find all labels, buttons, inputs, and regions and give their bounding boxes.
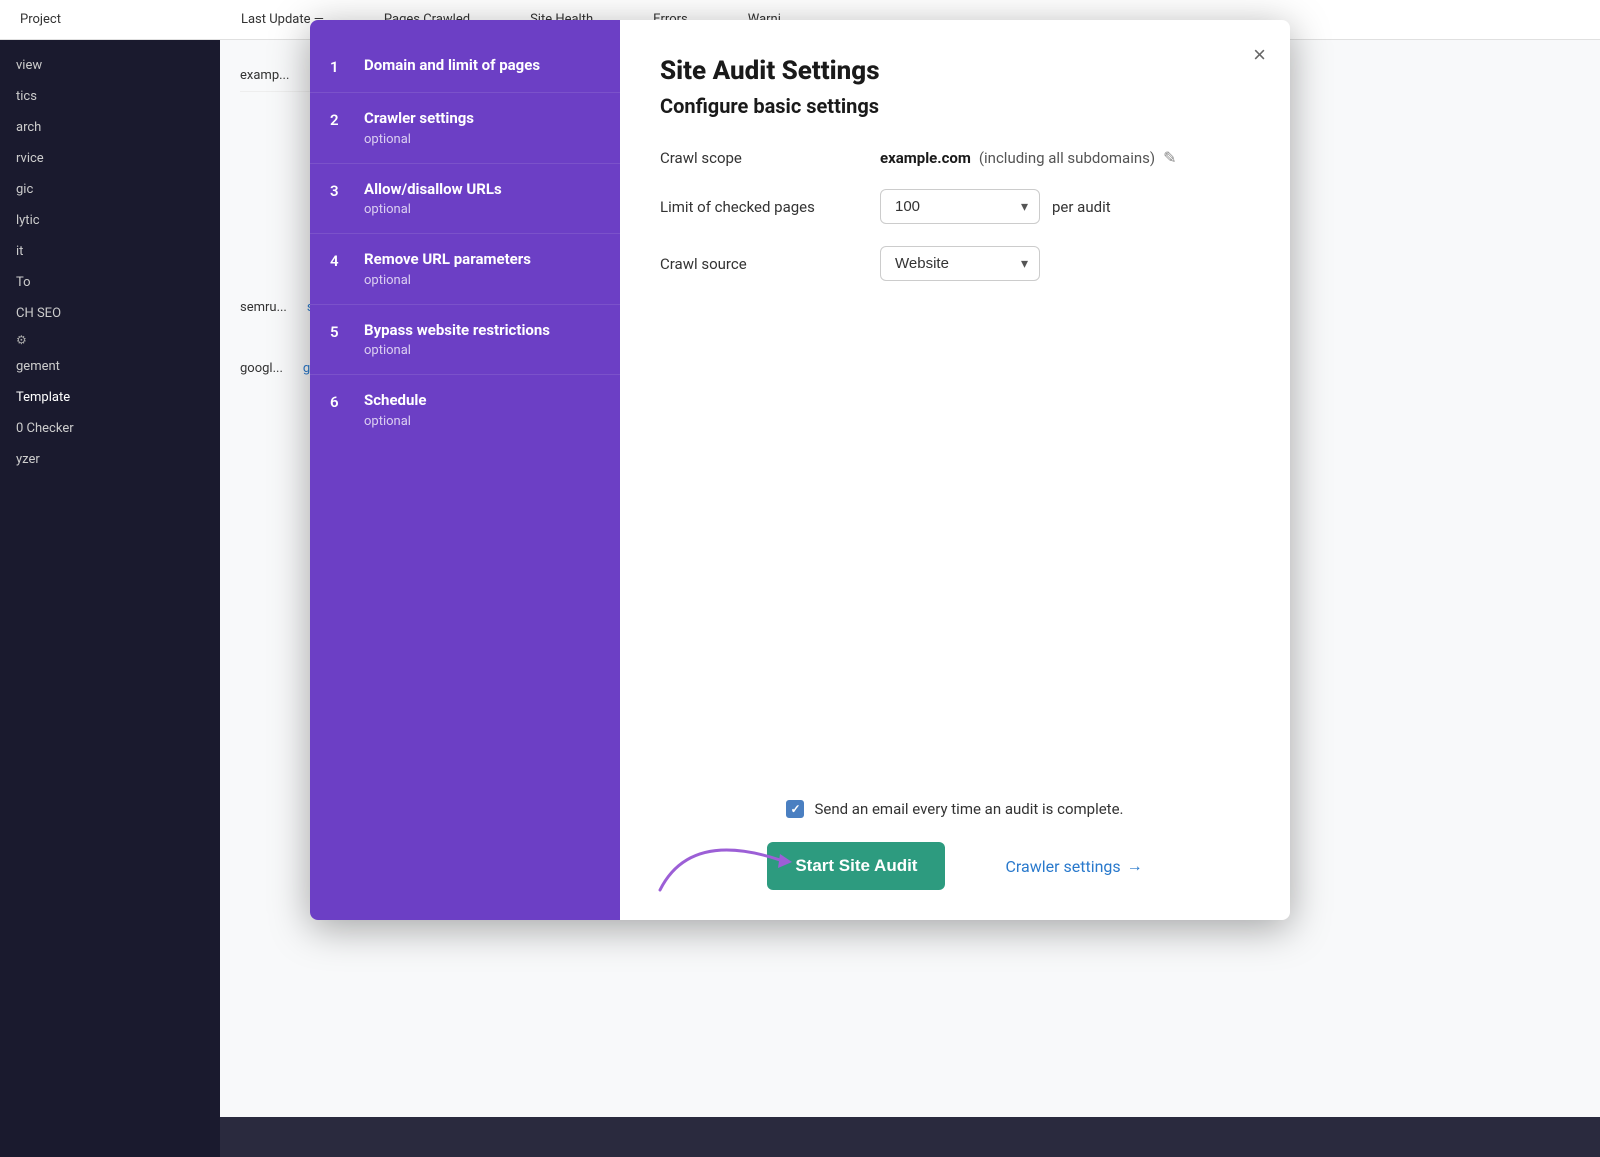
step-num-6: 6	[330, 393, 350, 411]
nav-item-4[interactable]: 4 Remove URL parameters optional	[310, 234, 620, 305]
crawl-domain: example.com	[880, 149, 971, 167]
bg-sidebar-to: To	[0, 267, 220, 298]
modal-subtitle: Configure basic settings	[660, 94, 1250, 118]
bg-sidebar-analyzer: yzer	[0, 444, 220, 475]
nav-item-3[interactable]: 3 Allow/disallow URLs optional	[310, 164, 620, 235]
bg-sidebar-rvice: rvice	[0, 143, 220, 174]
crawler-settings-link[interactable]: Crawler settings →	[1005, 856, 1142, 876]
step-title-5: Bypass website restrictions	[364, 321, 550, 341]
limit-pages-row: Limit of checked pages 100 500 1000 5000…	[660, 189, 1250, 224]
nav-item-5[interactable]: 5 Bypass website restrictions optional	[310, 305, 620, 376]
crawl-source-label: Crawl source	[660, 255, 860, 273]
modal-right-content: × Site Audit Settings Configure basic se…	[620, 20, 1290, 920]
step-num-3: 3	[330, 182, 350, 200]
edit-domain-icon[interactable]: ✎	[1163, 148, 1176, 167]
bg-sidebar-management: gement	[0, 351, 220, 382]
bg-sidebar-lytic: lytic	[0, 205, 220, 236]
step-title-4: Remove URL parameters	[364, 250, 531, 270]
bg-sidebar-tics: tics	[0, 81, 220, 112]
step-num-1: 1	[330, 58, 350, 76]
bg-cell-googl1: googl...	[240, 361, 283, 376]
limit-select[interactable]: 100 500 1000 5000 10000 20000 50000 1000…	[880, 189, 1040, 224]
nav-item-2[interactable]: 2 Crawler settings optional	[310, 93, 620, 164]
step-title-1: Domain and limit of pages	[364, 56, 540, 76]
modal-sidebar: 1 Domain and limit of pages 2 Crawler se…	[310, 20, 620, 920]
nav-item-6[interactable]: 6 Schedule optional	[310, 375, 620, 445]
crawl-scope-row: Crawl scope example.com (including all s…	[660, 148, 1250, 167]
arrow-right-icon: →	[1127, 856, 1143, 876]
bg-sidebar-it: it	[0, 236, 220, 267]
bg-sidebar-gear1: ⚙	[16, 333, 27, 347]
step-sub-5: optional	[364, 343, 550, 358]
site-audit-modal: 1 Domain and limit of pages 2 Crawler se…	[310, 20, 1290, 920]
step-title-6: Schedule	[364, 391, 426, 411]
nav-item-1[interactable]: 1 Domain and limit of pages	[310, 40, 620, 93]
crawler-settings-text: Crawler settings	[1005, 857, 1120, 876]
step-title-2: Crawler settings	[364, 109, 474, 129]
limit-select-wrapper: 100 500 1000 5000 10000 20000 50000 1000…	[880, 189, 1040, 224]
step-sub-6: optional	[364, 414, 426, 429]
step-sub-4: optional	[364, 273, 531, 288]
email-label: Send an email every time an audit is com…	[814, 800, 1123, 818]
step-num-5: 5	[330, 323, 350, 341]
crawl-source-row: Crawl source Website Sitemap Both	[660, 246, 1250, 281]
bg-sidebar-seo: CH SEO	[0, 298, 220, 329]
step-num-2: 2	[330, 111, 350, 129]
modal-footer: Send an email every time an audit is com…	[660, 760, 1250, 890]
bg-col-project: Project	[20, 12, 61, 27]
limit-pages-label: Limit of checked pages	[660, 198, 860, 216]
bg-sidebar-gic: gic	[0, 174, 220, 205]
crawl-domain-suffix: (including all subdomains)	[979, 149, 1155, 167]
modal-title: Site Audit Settings	[660, 56, 1250, 86]
step-sub-2: optional	[364, 132, 474, 147]
crawl-source-wrapper: Website Sitemap Both	[880, 246, 1040, 281]
crawl-source-select[interactable]: Website Sitemap Both	[880, 246, 1040, 281]
bg-cell-semru1: semru...	[240, 300, 287, 315]
bg-sidebar: view tics arch rvice gic lytic it To CH …	[0, 40, 220, 1157]
bg-sidebar-template: Template	[0, 382, 220, 413]
crawl-scope-label: Crawl scope	[660, 149, 860, 167]
step-num-4: 4	[330, 252, 350, 270]
per-audit-text: per audit	[1052, 198, 1111, 216]
bg-sidebar-view: view	[0, 50, 220, 81]
bg-sidebar-checker: 0 Checker	[0, 413, 220, 444]
bg-sidebar-arch: arch	[0, 112, 220, 143]
step-sub-3: optional	[364, 202, 502, 217]
crawl-scope-value: example.com (including all subdomains) ✎	[880, 148, 1177, 167]
step-title-3: Allow/disallow URLs	[364, 180, 502, 200]
arrow-annotation	[630, 810, 850, 900]
close-button[interactable]: ×	[1249, 40, 1270, 70]
action-row: Start Site Audit Crawler settings →	[660, 842, 1250, 890]
